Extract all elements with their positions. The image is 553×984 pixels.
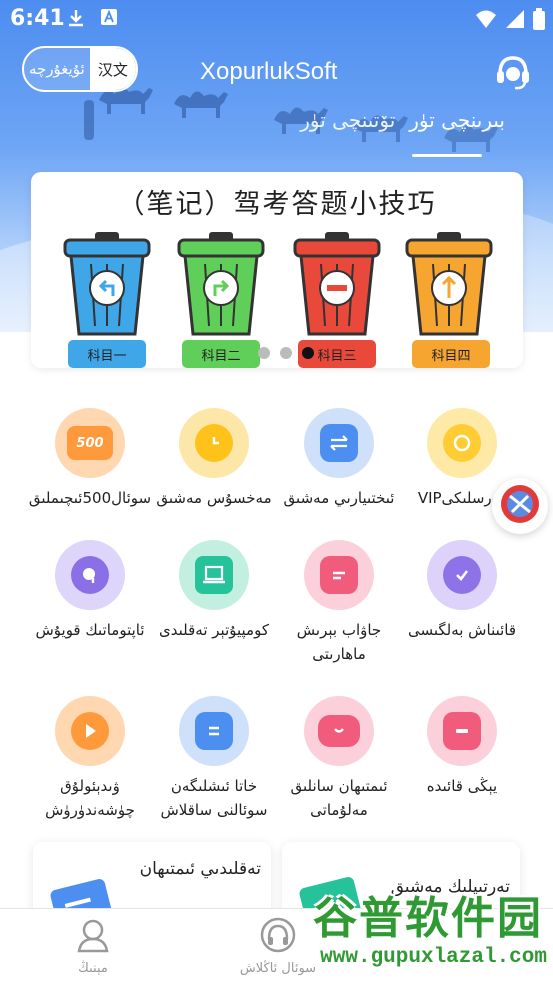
500-icon: 500 — [67, 426, 113, 460]
download-icon — [66, 8, 86, 32]
menu-item-video-explanation[interactable]: ۋىدېئولۇق چۈشەندۈرۈش — [28, 696, 152, 822]
cloud-icon — [318, 715, 360, 747]
menu-item-label: مەخسۇس مەشىق — [156, 489, 272, 507]
menu-item-random-practice[interactable]: ئىختىيارىي مەشىق — [277, 408, 401, 510]
language-switch[interactable]: ئۇيغۇرچە 汉文 — [22, 46, 138, 92]
headphones-icon — [260, 917, 296, 957]
tab-first-level[interactable]: بىرىنچى تۈر — [409, 108, 505, 132]
battery-icon — [533, 8, 545, 34]
menu-item-auto-play[interactable]: ئاپتوماتىك قويۇش — [28, 540, 152, 642]
menu-circle — [304, 540, 374, 610]
banner-title: （笔记）驾考答题小技巧 — [117, 189, 437, 220]
watermark-url: www.gupuxlazal.com — [320, 946, 547, 969]
tips-banner[interactable]: （笔记）驾考答题小技巧 科目一 科目二 科目三 科目四 — [31, 172, 523, 368]
list-icon — [195, 712, 233, 750]
menu-circle — [304, 696, 374, 766]
user-icon — [75, 917, 111, 957]
wifi-icon — [475, 9, 497, 33]
customer-support-button[interactable] — [493, 52, 533, 92]
bin-label: 科目四 — [412, 340, 490, 368]
menu-item-warning-signs[interactable]: قائىناش بەلگىسى — [400, 540, 524, 642]
trash-bin-blue — [61, 230, 153, 338]
menu-circle — [179, 408, 249, 478]
menu-circle — [179, 696, 249, 766]
menu-item-label: ئىختىيارىي مەشىق — [283, 489, 395, 507]
trash-bin-red — [291, 230, 383, 338]
headset-icon — [493, 56, 533, 96]
lang-option-uyghur[interactable]: ئۇيغۇرچە — [24, 48, 90, 90]
page-dot-active[interactable] — [302, 347, 314, 359]
trash-bin-green — [175, 230, 267, 338]
floating-action-button[interactable] — [492, 478, 548, 534]
menu-item-label: ئاپتوماتىك قويۇش — [35, 621, 145, 639]
menu-circle — [179, 540, 249, 610]
site-watermark: 谷普软件园 www.gupuxlazal.com — [305, 880, 553, 984]
menu-circle — [427, 540, 497, 610]
menu-circle — [55, 696, 125, 766]
menu-item-label: يېڭى قائىدە — [426, 777, 498, 795]
app-title: XopurlukSoft — [200, 58, 338, 85]
menu-item-500-questions[interactable]: 500 سوئال500ئىچىملىق — [28, 408, 152, 510]
walker-silhouette — [84, 100, 94, 140]
chat-icon — [320, 556, 358, 594]
apk-icon — [498, 482, 542, 530]
pie-icon — [71, 556, 109, 594]
card-title: تەقلىدىي ئىمتىھان — [139, 859, 261, 879]
menu-item-label: جاۋاب بېرىش ماھارىتى — [296, 621, 382, 663]
tab-active-indicator — [412, 154, 482, 157]
nav-label: مېنىڭ — [78, 961, 108, 976]
menu-item-label: كومپيۇتېر تەقلىدى — [159, 621, 269, 639]
menu-item-answer-skills[interactable]: جاۋاب بېرىش ماھارىتى — [277, 540, 401, 666]
menu-item-special-practice[interactable]: مەخسۇس مەشىق — [152, 408, 276, 510]
menu-circle: 500 — [55, 408, 125, 478]
menu-item-save-wrong-questions[interactable]: خاتا ئىشلىگەن سوئالنى ساقلاش — [152, 696, 276, 822]
vip-icon — [443, 424, 481, 462]
camel-silhouette — [170, 84, 230, 120]
menu-item-exam-statistics[interactable]: ئىمتىھان سانلىق مەلۇماتى — [277, 696, 401, 822]
menu-item-label: سوئال500ئىچىملىق — [28, 489, 152, 507]
menu-circle — [304, 408, 374, 478]
menu-circle — [55, 540, 125, 610]
trash-bin-orange — [403, 230, 495, 338]
bin-label: 科目一 — [68, 340, 146, 368]
menu-circle — [427, 408, 497, 478]
watermark-brand: 谷普软件园 — [313, 893, 543, 944]
menu-item-computer-simulation[interactable]: كومپيۇتېر تەقلىدى — [152, 540, 276, 642]
shield-icon — [443, 556, 481, 594]
status-time: 6:41 — [10, 6, 65, 31]
laptop-icon — [195, 556, 233, 594]
banner-pagination — [258, 347, 314, 359]
level-tabs: بىرىنچى تۈر تۆتىنچى تۈر — [300, 108, 505, 132]
page-dot[interactable] — [280, 347, 292, 359]
menu-item-new-rules[interactable]: يېڭى قائىدە — [400, 696, 524, 798]
menu-circle — [427, 696, 497, 766]
bin-label: 科目二 — [182, 340, 260, 368]
minus-card-icon — [443, 712, 481, 750]
shuffle-icon — [320, 424, 358, 462]
lang-option-chinese[interactable]: 汉文 — [89, 48, 136, 90]
menu-item-label: قائىناش بەلگىسى — [407, 621, 517, 639]
menu-item-label: خاتا ئىشلىگەن سوئالنى ساقلاش — [160, 777, 268, 819]
a-box-icon — [100, 8, 118, 32]
clock-icon — [195, 424, 233, 462]
tab-fourth-level[interactable]: تۆتىنچى تۈر — [300, 108, 395, 132]
menu-item-label: ۋىدېئولۇق چۈشەندۈرۈش — [45, 777, 135, 819]
signal-icon — [505, 9, 525, 33]
page-dot[interactable] — [258, 347, 270, 359]
menu-item-label: ئىمتىھان سانلىق مەلۇماتى — [290, 777, 388, 819]
nav-item-profile[interactable]: مېنىڭ — [33, 917, 153, 976]
play-icon — [71, 712, 109, 750]
status-bar: 6:41 — [0, 0, 553, 36]
